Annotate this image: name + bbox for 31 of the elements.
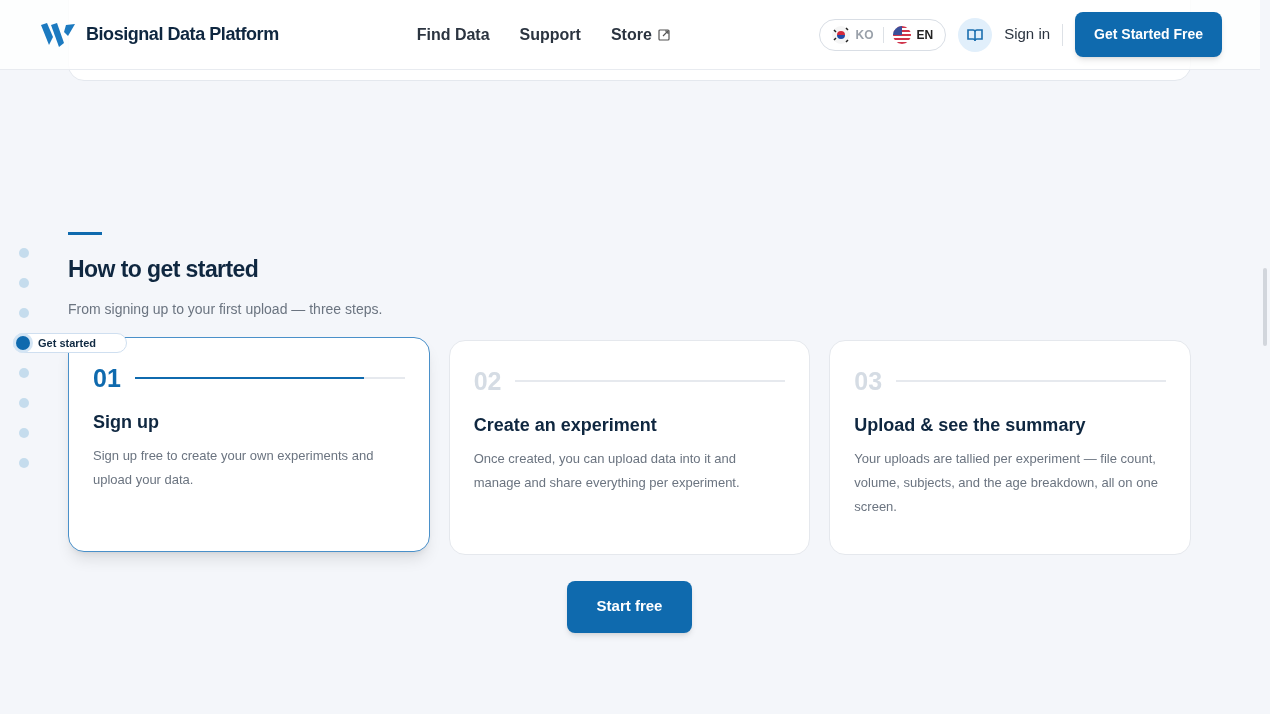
nav-link[interactable]: Store	[610, 22, 670, 47]
step-description: Your uploads are tallied per experiment — file count, volume, subjects, and the age breakdown, all on one screen.	[854, 450, 1159, 516]
accent-line	[68, 232, 102, 235]
section-nav-dot[interactable]	[19, 427, 29, 439]
nav-link[interactable]: Support	[519, 22, 581, 47]
section-nav-dot[interactable]	[19, 307, 29, 319]
step-title: Create an experiment	[473, 414, 658, 437]
section-nav-item[interactable]: Get started	[13, 333, 128, 353]
book-icon	[967, 27, 984, 42]
step-title: Upload & see the summary	[854, 414, 1087, 437]
brand-name: Biosignal Data Platform	[86, 23, 279, 46]
section-title: How to get started	[68, 255, 260, 284]
section-nav-dot[interactable]	[19, 397, 29, 409]
flag-icon	[892, 25, 911, 44]
logo-icon	[40, 21, 76, 48]
nav-link[interactable]: Find Data	[416, 22, 490, 47]
step-number: 01	[93, 362, 121, 394]
section-nav-dot[interactable]	[19, 367, 29, 379]
flag-icon	[831, 25, 850, 44]
section-nav-dot[interactable]	[19, 247, 29, 259]
section-nav-dot[interactable]	[19, 277, 29, 289]
section-nav-dot[interactable]	[19, 457, 29, 469]
guide-button[interactable]	[958, 17, 993, 52]
section-subtitle: From signing up to your first upload — three steps.	[68, 299, 384, 319]
step-title: Sign up	[93, 411, 160, 434]
step-description: Once created, you can upload data into it and manage and share everything per experiment.	[473, 450, 741, 492]
step-description: Sign up free to create your own experiments and upload your data.	[93, 447, 375, 489]
start-free-button[interactable]: Start free	[566, 580, 693, 633]
language-option[interactable]: EN	[892, 25, 934, 44]
get-started-button[interactable]: Get Started Free	[1075, 12, 1222, 57]
sign-in-link[interactable]: Sign in	[1004, 23, 1051, 46]
